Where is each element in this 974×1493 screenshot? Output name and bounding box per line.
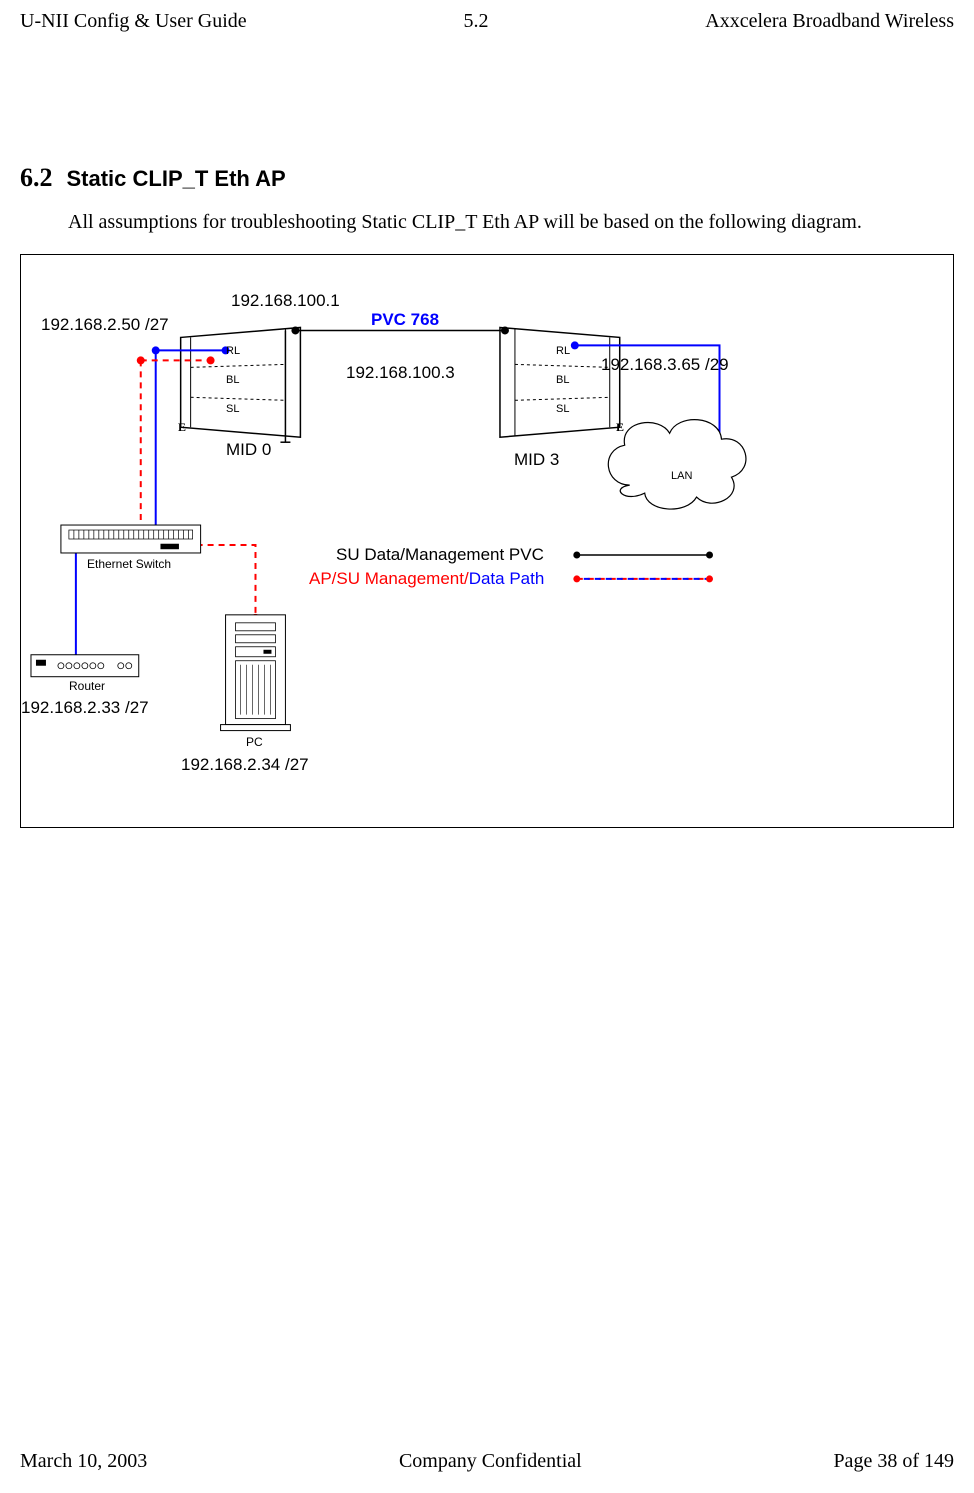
mid0-e: E <box>178 420 186 435</box>
section-para: All assumptions for troubleshooting Stat… <box>20 211 954 234</box>
legend-ap-blue: Data Path <box>469 569 545 588</box>
footer-left: March 10, 2003 <box>20 1450 147 1473</box>
switch-label: Ethernet Switch <box>87 557 171 571</box>
mid3-bl: BL <box>556 374 569 386</box>
mid0-label: MID 0 <box>226 440 271 460</box>
pc-label: PC <box>246 735 263 749</box>
legend-su: SU Data/Management PVC <box>336 545 544 565</box>
mid3-rl: RL <box>556 345 570 357</box>
page-header: U-NII Config & User Guide 5.2 Axxcelera … <box>0 0 974 33</box>
pvc-label: PVC 768 <box>371 310 439 330</box>
ip-left-label: 192.168.2.50 /27 <box>41 315 169 335</box>
legend-ap-red: AP/SU Management/ <box>309 569 469 588</box>
lan-cloud-icon <box>608 420 746 509</box>
mid0-bl: BL <box>226 374 239 386</box>
network-diagram: 192.168.100.1 192.168.2.50 /27 PVC 768 1… <box>20 254 954 828</box>
mid3-e: E <box>616 420 624 435</box>
mid3-label: MID 3 <box>514 450 559 470</box>
section-title: Static CLIP_T Eth AP <box>67 166 286 191</box>
pc-icon <box>221 615 291 731</box>
ip-right-label: 192.168.3.65 /29 <box>601 355 729 375</box>
footer-right: Page 38 of 149 <box>833 1450 954 1473</box>
mid3-sl: SL <box>556 403 569 415</box>
section: 6.2 Static CLIP_T Eth AP All assumptions… <box>0 33 974 234</box>
page-footer: March 10, 2003 Company Confidential Page… <box>0 1450 974 1473</box>
section-num: 6.2 <box>20 163 53 192</box>
mid0-device <box>181 327 301 437</box>
mid0-rl: RL <box>226 345 240 357</box>
ethernet-switch-icon <box>61 525 201 553</box>
lan-label: LAN <box>671 470 692 482</box>
mid0-sl: SL <box>226 403 239 415</box>
ip-router-label: 192.168.2.33 /27 <box>21 698 149 718</box>
header-left: U-NII Config & User Guide <box>20 10 247 33</box>
router-icon <box>31 655 139 677</box>
section-heading: 6.2 Static CLIP_T Eth AP <box>20 163 954 193</box>
router-label: Router <box>69 679 105 693</box>
legend-ap: AP/SU Management/Data Path <box>309 569 544 589</box>
ip-pc-label: 192.168.2.34 /27 <box>181 755 309 775</box>
ip-top-label: 192.168.100.1 <box>231 291 340 311</box>
footer-center: Company Confidential <box>399 1450 582 1473</box>
header-right: Axxcelera Broadband Wireless <box>705 10 954 33</box>
header-center: 5.2 <box>463 10 488 33</box>
diagram-svg <box>21 255 953 827</box>
ip-mid-label: 192.168.100.3 <box>346 363 455 383</box>
